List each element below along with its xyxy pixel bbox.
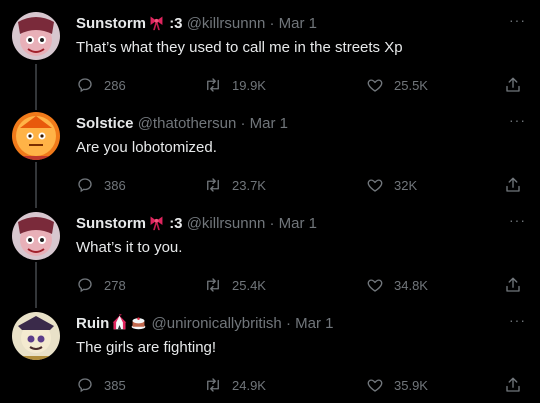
like-count: 35.9K (394, 377, 428, 393)
like-count: 34.8K (394, 277, 428, 293)
tweet-text: Are you lobotomized. (76, 139, 217, 156)
reply-count: 286 (104, 77, 126, 93)
more-icon[interactable]: ··· (509, 212, 526, 228)
retweet-icon (207, 78, 219, 92)
reply-button[interactable]: 385 (76, 376, 126, 394)
reply-icon (78, 278, 92, 293)
tweet-date[interactable]: Mar 1 (295, 315, 333, 332)
user-handle[interactable]: @killrsunnn (187, 15, 266, 32)
avatar[interactable] (12, 312, 60, 360)
separator-dot: · (269, 15, 275, 32)
ribbon-icon (148, 214, 165, 237)
avatar[interactable] (12, 12, 60, 60)
tweet-text: The girls are fighting! (76, 339, 217, 356)
share-icon (506, 277, 520, 292)
display-name[interactable]: Solstice (76, 115, 134, 132)
share-button[interactable] (504, 276, 532, 294)
circus-tent-icon (111, 314, 128, 337)
separator-dot: · (240, 115, 246, 132)
tweet-actions: 278 25.4K 34.8K (76, 276, 526, 296)
reply-button[interactable]: 286 (76, 76, 126, 94)
like-button[interactable]: 32K (366, 176, 417, 194)
retweet-button[interactable]: 19.9K (204, 76, 266, 94)
display-name-suffix: :3 (169, 15, 183, 32)
share-icon (506, 177, 520, 192)
reply-count: 385 (104, 377, 126, 393)
cake-icon (130, 314, 147, 337)
display-name[interactable]: Sunstorm (76, 215, 146, 232)
like-button[interactable]: 25.5K (366, 76, 428, 94)
user-handle[interactable]: @thatothersun (138, 115, 237, 132)
retweet-icon (207, 178, 219, 192)
tweet-header: Sunstorm :3 @killrsunnn · Mar 1 (76, 14, 496, 37)
retweet-button[interactable]: 23.7K (204, 176, 266, 194)
ribbon-icon (148, 14, 165, 37)
tweet-actions: 286 19.9K 25.5K (76, 76, 526, 96)
like-button[interactable]: 35.9K (366, 376, 428, 394)
retweet-icon (207, 378, 219, 392)
tweet-header: Ruin @unironicallybritish · Mar 1 (76, 314, 496, 337)
tweet-date[interactable]: Mar 1 (250, 115, 288, 132)
retweet-count: 24.9K (232, 377, 266, 393)
tweet[interactable]: Sunstorm :3 @killrsunnn · Mar 1 ··· That… (0, 0, 540, 100)
like-count: 32K (394, 177, 418, 193)
separator-dot: · (269, 215, 275, 232)
share-button[interactable] (504, 376, 532, 394)
display-name-suffix: :3 (169, 215, 183, 232)
reply-icon (78, 178, 92, 193)
retweet-icon (207, 278, 219, 292)
more-icon[interactable]: ··· (509, 312, 526, 328)
like-icon (367, 179, 383, 192)
share-button[interactable] (504, 76, 532, 94)
like-icon (367, 79, 383, 92)
avatar[interactable] (12, 112, 60, 160)
retweet-count: 19.9K (232, 77, 266, 93)
tweet-actions: 386 23.7K 32K (76, 176, 526, 196)
tweet-date[interactable]: Mar 1 (279, 215, 317, 232)
tweet-header: Sunstorm :3 @killrsunnn · Mar 1 (76, 214, 496, 237)
display-name[interactable]: Sunstorm (76, 15, 146, 32)
more-icon[interactable]: ··· (509, 12, 526, 28)
share-icon (506, 77, 520, 92)
user-handle[interactable]: @killrsunnn (187, 215, 266, 232)
tweet-thread: Sunstorm :3 @killrsunnn · Mar 1 ··· That… (0, 0, 540, 403)
retweet-button[interactable]: 25.4K (204, 276, 266, 294)
more-icon[interactable]: ··· (509, 112, 526, 128)
reply-count: 386 (104, 177, 126, 193)
separator-dot: · (285, 315, 291, 332)
reply-button[interactable]: 386 (76, 176, 126, 194)
like-count: 25.5K (394, 77, 428, 93)
reply-button[interactable]: 278 (76, 276, 126, 294)
reply-count: 278 (104, 277, 126, 293)
tweet-text: That’s what they used to call me in the … (76, 39, 403, 56)
retweet-button[interactable]: 24.9K (204, 376, 266, 394)
tweet-header: Solstice @thatothersun · Mar 1 (76, 114, 496, 134)
tweet-date[interactable]: Mar 1 (279, 15, 317, 32)
tweet[interactable]: Sunstorm :3 @killrsunnn · Mar 1 ··· What… (0, 200, 540, 300)
share-icon (506, 377, 520, 392)
display-name[interactable]: Ruin (76, 315, 109, 332)
user-handle[interactable]: @unironicallybritish (152, 315, 282, 332)
retweet-count: 25.4K (232, 277, 266, 293)
avatar[interactable] (12, 212, 60, 260)
like-icon (367, 379, 383, 392)
tweet[interactable]: Ruin @unironicallybritish · Mar 1 ··· Th… (0, 300, 540, 400)
reply-icon (78, 378, 92, 393)
like-icon (367, 279, 383, 292)
reply-icon (78, 78, 92, 93)
tweet[interactable]: Solstice @thatothersun · Mar 1 ··· Are y… (0, 100, 540, 200)
tweet-actions: 385 24.9K 35.9K (76, 376, 526, 396)
like-button[interactable]: 34.8K (366, 276, 428, 294)
tweet-text: What’s it to you. (76, 239, 183, 256)
share-button[interactable] (504, 176, 532, 194)
retweet-count: 23.7K (232, 177, 266, 193)
